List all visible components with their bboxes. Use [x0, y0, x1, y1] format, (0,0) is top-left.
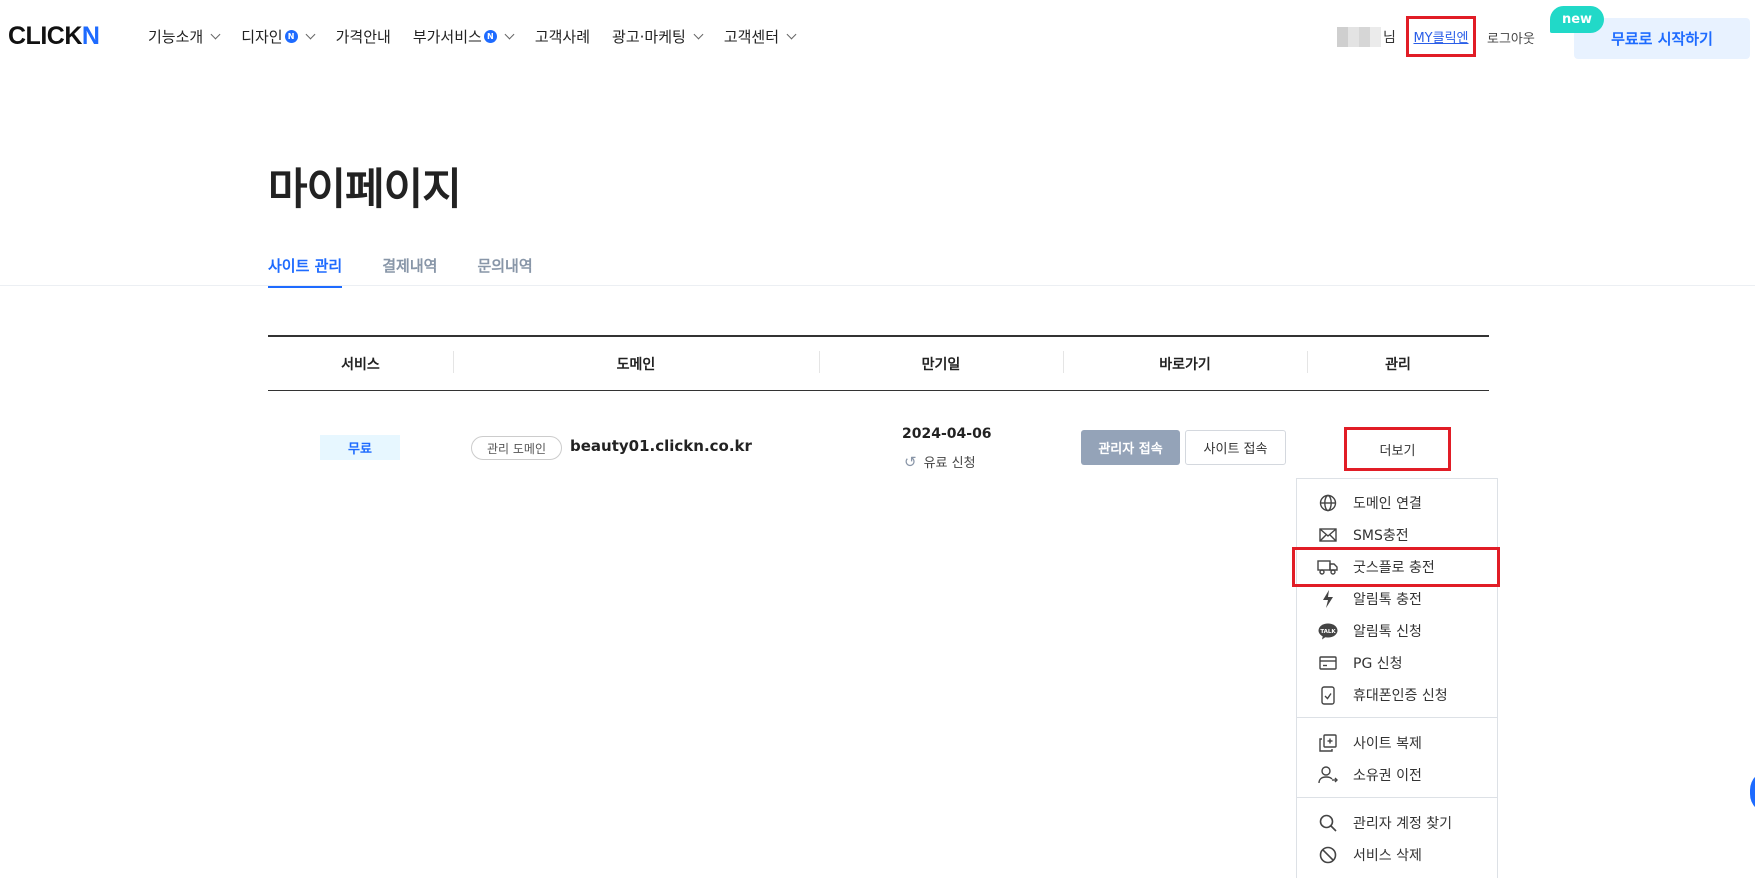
copy-icon: [1317, 732, 1339, 754]
new-n-badge: N: [483, 29, 497, 43]
nav-item-label: 디자인: [241, 27, 283, 46]
menu-item-alimtalk-charge[interactable]: 알림톡 충전: [1317, 587, 1422, 611]
paid-upgrade-link[interactable]: ↺ 유료 신청: [904, 452, 976, 472]
svg-text:TALK: TALK: [1320, 628, 1336, 634]
menu-item-sms-charge[interactable]: SMS충전: [1317, 523, 1409, 547]
nav-item-cases[interactable]: 고객사례: [535, 26, 590, 47]
new-badge: new: [1550, 6, 1604, 33]
chevron-down-icon: [305, 29, 316, 39]
domain-name: beauty01.clickn.co.kr: [570, 437, 752, 455]
menu-item-find-admin-account[interactable]: 관리자 계정 찾기: [1317, 811, 1452, 835]
my-clickn-link[interactable]: MY클릭엔: [1406, 16, 1476, 57]
chevron-down-icon: [504, 29, 515, 39]
nav-item-addons[interactable]: 부가서비스 N: [412, 26, 515, 47]
page-title: 마이페이지: [268, 165, 462, 215]
menu-item-ownership-transfer[interactable]: 소유권 이전: [1317, 763, 1422, 787]
th-service: 서비스: [341, 356, 380, 373]
nav-item-label: 광고·마케팅: [612, 27, 686, 46]
upgrade-arrow-icon: ↺: [904, 452, 917, 471]
menu-divider: [1297, 797, 1497, 798]
nav-item-features[interactable]: 기능소개: [148, 26, 221, 47]
bolt-icon: [1317, 588, 1339, 610]
paid-upgrade-label: 유료 신청: [923, 456, 976, 471]
th-expiry: 만기일: [819, 350, 1063, 374]
nav-item-pricing[interactable]: 가격안내: [336, 26, 391, 47]
user-name-blurred: [1337, 27, 1381, 47]
more-button[interactable]: 더보기: [1344, 427, 1451, 471]
table-header: 서비스 도메인 만기일 바로가기 관리: [268, 337, 1489, 391]
menu-item-site-copy[interactable]: 사이트 복제: [1317, 731, 1422, 755]
chevron-down-icon: [786, 29, 797, 39]
nav-item-label: 고객센터: [723, 27, 780, 46]
menu-item-domain-connect[interactable]: 도메인 연결: [1317, 491, 1422, 515]
menu-divider: [1297, 717, 1497, 718]
new-n-badge: N: [284, 29, 298, 43]
mail-icon: [1317, 524, 1339, 546]
nav-item-support[interactable]: 고객센터: [723, 26, 797, 47]
user-transfer-icon: [1317, 764, 1339, 786]
search-icon: [1317, 812, 1339, 834]
clickn-logo[interactable]: CLICKN: [8, 22, 100, 51]
card-icon: [1317, 652, 1339, 674]
mypage-tabs: 사이트 관리 결제내역 문의내역: [268, 255, 573, 288]
nav-item-design[interactable]: 디자인 N: [241, 26, 316, 47]
domain-tag: 관리 도메인: [471, 436, 562, 460]
floating-chat-button[interactable]: [1750, 770, 1755, 814]
nav-item-label: 가격안내: [335, 27, 391, 46]
phone-check-icon: [1317, 684, 1339, 706]
nav-item-marketing[interactable]: 광고·마케팅: [612, 26, 704, 47]
goodsflow-highlight-box: [1292, 547, 1500, 587]
nav-item-label: 고객사례: [534, 27, 591, 46]
service-badge: 무료: [320, 435, 400, 460]
site-access-button[interactable]: 사이트 접속: [1185, 430, 1286, 465]
main-nav: 기능소개 디자인 N 가격안내 부가서비스 N 고객사례 광고·마케팅 고객센터: [148, 25, 817, 47]
tabs-divider: [0, 285, 1755, 286]
talk-icon: TALK: [1317, 620, 1339, 642]
menu-item-phone-auth-apply[interactable]: 휴대폰인증 신청: [1317, 683, 1448, 707]
menu-item-pg-apply[interactable]: PG 신청: [1317, 651, 1403, 675]
user-suffix: 님: [1383, 30, 1396, 46]
th-domain: 도메인: [453, 350, 819, 374]
th-manage: 관리: [1307, 350, 1489, 374]
more-dropdown-menu: 도메인 연결 SMS충전 굿스플로 충전 알림톡 충전 TALK 알림톡 신청 …: [1296, 478, 1498, 878]
th-shortcut: 바로가기: [1063, 350, 1307, 374]
tab-inquiries[interactable]: 문의내역: [477, 255, 532, 288]
logout-link[interactable]: 로그아웃: [1487, 28, 1535, 47]
globe-icon: [1317, 492, 1339, 514]
expiry-date: 2024-04-06: [902, 426, 992, 442]
tab-site-management[interactable]: 사이트 관리: [268, 255, 343, 288]
menu-item-alimtalk-apply[interactable]: TALK 알림톡 신청: [1317, 619, 1422, 643]
top-header: CLICKN 기능소개 디자인 N 가격안내 부가서비스 N 고객사례 광고·마…: [0, 0, 1755, 73]
chevron-down-icon: [210, 29, 221, 39]
nav-item-label: 기능소개: [148, 27, 204, 46]
admin-access-button[interactable]: 관리자 접속: [1081, 430, 1180, 465]
chevron-down-icon: [693, 29, 704, 39]
ban-icon: [1317, 844, 1339, 866]
more-button-label: 더보기: [1379, 443, 1416, 459]
nav-item-label: 부가서비스: [412, 27, 482, 46]
tab-payments[interactable]: 결제내역: [382, 255, 437, 288]
menu-item-delete-service[interactable]: 서비스 삭제: [1317, 843, 1422, 867]
